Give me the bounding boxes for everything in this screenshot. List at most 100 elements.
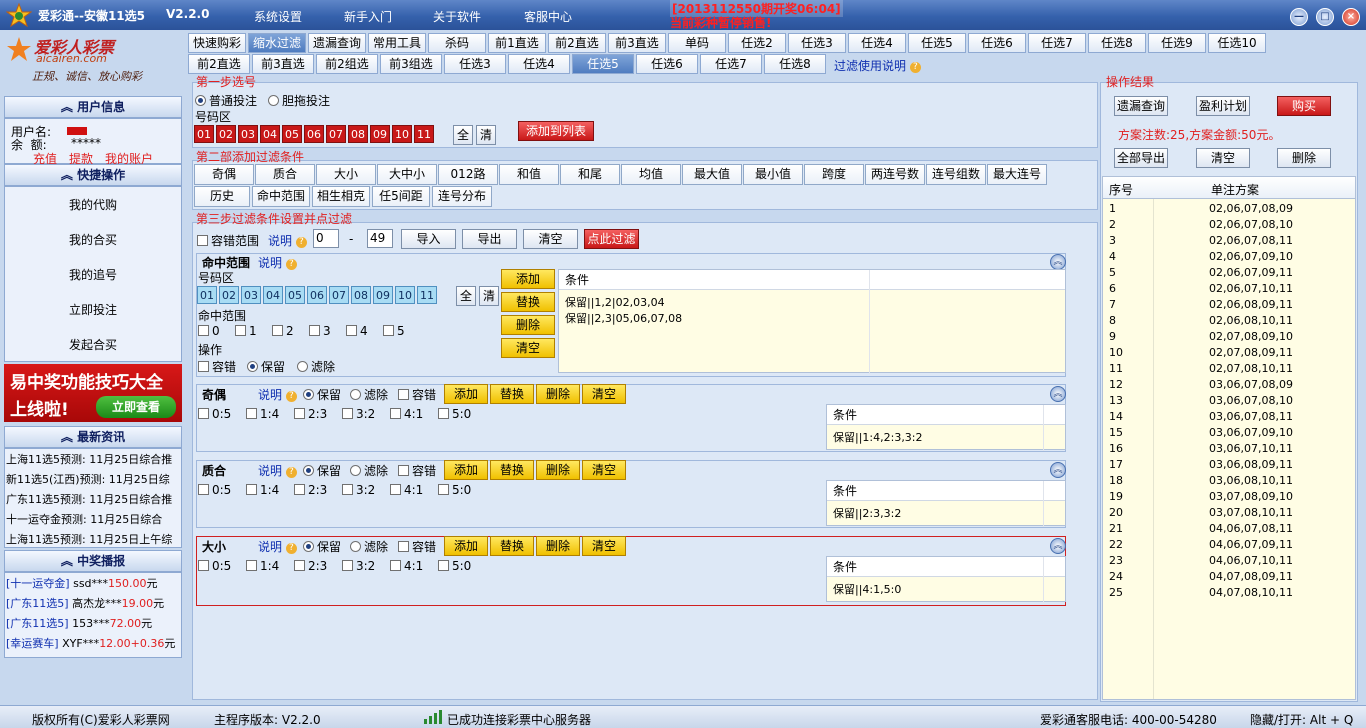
hit-number-ball[interactable]: 05 bbox=[285, 286, 305, 304]
ratio-checkbox[interactable]: 1:4 bbox=[246, 483, 279, 497]
number-ball[interactable]: 08 bbox=[348, 125, 368, 143]
ratio-checkbox[interactable]: 5:0 bbox=[438, 483, 471, 497]
tab-main-3[interactable]: 常用工具 bbox=[368, 33, 426, 53]
buy-button[interactable]: 购买 bbox=[1277, 96, 1331, 116]
ratio-checkbox[interactable]: 0:5 bbox=[198, 407, 231, 421]
hit-number-ball[interactable]: 06 bbox=[307, 286, 327, 304]
tab-main-7[interactable]: 前3直选 bbox=[608, 33, 666, 53]
tab-sub-7[interactable]: 任选6 bbox=[636, 54, 698, 74]
number-ball[interactable]: 11 bbox=[414, 125, 434, 143]
number-ball[interactable]: 05 bbox=[282, 125, 302, 143]
ratio-checkbox[interactable]: 5:0 bbox=[438, 559, 471, 573]
ratio-tol-checkbox[interactable]: 容错 bbox=[398, 462, 436, 479]
hit-number-ball[interactable]: 09 bbox=[373, 286, 393, 304]
hit-filter-radio[interactable]: 滤除 bbox=[297, 358, 335, 375]
result-row[interactable]: 3 02,06,07,08,11 bbox=[1103, 233, 1355, 249]
tab-main-4[interactable]: 杀码 bbox=[428, 33, 486, 53]
result-row[interactable]: 16 03,06,07,10,11 bbox=[1103, 441, 1355, 457]
number-ball[interactable]: 01 bbox=[194, 125, 214, 143]
result-row[interactable]: 6 02,06,07,10,11 bbox=[1103, 281, 1355, 297]
condition-row[interactable]: 保留||1,2|02,03,04 bbox=[565, 294, 665, 310]
hit-number-ball[interactable]: 04 bbox=[263, 286, 283, 304]
range-from-input[interactable]: 0 bbox=[313, 229, 339, 248]
quick-my-proxy[interactable]: 我的代购 bbox=[4, 188, 182, 223]
condition-row[interactable]: 保留||4:1,5:0 bbox=[833, 581, 901, 597]
result-row[interactable]: 19 03,07,08,09,10 bbox=[1103, 489, 1355, 505]
add-to-list-button[interactable]: 添加到列表 bbox=[518, 121, 594, 141]
filter-cond-4[interactable]: 012路 bbox=[438, 164, 498, 185]
result-row[interactable]: 25 04,07,08,10,11 bbox=[1103, 585, 1355, 601]
hit-delete-button[interactable]: 删除 bbox=[501, 315, 555, 335]
ratio-checkbox[interactable]: 3:2 bbox=[342, 407, 375, 421]
hit-range-checkbox[interactable]: 4 bbox=[346, 324, 368, 338]
collapse-icon[interactable]: ︽ bbox=[1050, 386, 1066, 402]
collapse-icon[interactable]: ︽ bbox=[1050, 254, 1066, 270]
ratio-delete-button[interactable]: 删除 bbox=[536, 460, 580, 480]
tab-main-6[interactable]: 前2直选 bbox=[548, 33, 606, 53]
result-row[interactable]: 22 04,06,07,09,11 bbox=[1103, 537, 1355, 553]
tab-sub-3[interactable]: 前3组选 bbox=[380, 54, 442, 74]
hit-number-ball[interactable]: 11 bbox=[417, 286, 437, 304]
ratio-add-button[interactable]: 添加 bbox=[444, 536, 488, 556]
result-row[interactable]: 11 02,07,08,10,11 bbox=[1103, 361, 1355, 377]
ratio-checkbox[interactable]: 2:3 bbox=[294, 483, 327, 497]
filter-cond-2[interactable]: 大小 bbox=[316, 164, 376, 185]
tab-main-9[interactable]: 任选2 bbox=[728, 33, 786, 53]
tab-sub-9[interactable]: 任选8 bbox=[764, 54, 826, 74]
menu-settings[interactable]: 系统设置 bbox=[254, 8, 302, 25]
tab-main-8[interactable]: 单码 bbox=[668, 33, 726, 53]
tab-sub-1[interactable]: 前3直选 bbox=[252, 54, 314, 74]
filter-cond-9[interactable]: 最小值 bbox=[743, 164, 803, 185]
ratio-clear-button[interactable]: 清空 bbox=[582, 536, 626, 556]
tab-sub-0[interactable]: 前2直选 bbox=[188, 54, 250, 74]
number-ball[interactable]: 04 bbox=[260, 125, 280, 143]
ratio-tol-checkbox[interactable]: 容错 bbox=[398, 386, 436, 403]
menu-about[interactable]: 关于软件 bbox=[433, 8, 481, 25]
filter-cond-extra-2[interactable]: 相生相克 bbox=[312, 186, 370, 207]
hit-number-ball[interactable]: 07 bbox=[329, 286, 349, 304]
ratio-replace-button[interactable]: 替换 bbox=[490, 384, 534, 404]
result-row[interactable]: 15 03,06,07,09,10 bbox=[1103, 425, 1355, 441]
tab-main-12[interactable]: 任选5 bbox=[908, 33, 966, 53]
ratio-checkbox[interactable]: 0:5 bbox=[198, 483, 231, 497]
tab-sub-4[interactable]: 任选3 bbox=[444, 54, 506, 74]
ratio-checkbox[interactable]: 3:2 bbox=[342, 483, 375, 497]
ratio-help-link[interactable]: 说明 ? bbox=[258, 386, 297, 403]
result-row[interactable]: 9 02,07,08,09,10 bbox=[1103, 329, 1355, 345]
hit-clear-button[interactable]: 清 bbox=[479, 286, 499, 306]
hit-clear-cond-button[interactable]: 清空 bbox=[501, 338, 555, 358]
ratio-replace-button[interactable]: 替换 bbox=[490, 460, 534, 480]
close-icon[interactable]: × bbox=[1342, 8, 1360, 26]
mode-normal-radio[interactable]: 普通投注 bbox=[195, 92, 257, 109]
result-row[interactable]: 8 02,06,08,10,11 bbox=[1103, 313, 1355, 329]
quick-my-chase[interactable]: 我的追号 bbox=[4, 258, 182, 293]
tab-main-5[interactable]: 前1直选 bbox=[488, 33, 546, 53]
tab-main-11[interactable]: 任选4 bbox=[848, 33, 906, 53]
filter-button[interactable]: 点此过滤 bbox=[584, 229, 639, 249]
hit-help-link[interactable]: 说明 ? bbox=[258, 254, 297, 271]
winners-header[interactable]: ︽ 中奖播报 bbox=[4, 550, 182, 572]
user-info-header[interactable]: ︽ 用户信息 bbox=[4, 96, 182, 118]
range-to-input[interactable]: 49 bbox=[367, 229, 393, 248]
tab-main-13[interactable]: 任选6 bbox=[968, 33, 1026, 53]
quick-bet-now[interactable]: 立即投注 bbox=[4, 293, 182, 328]
ratio-replace-button[interactable]: 替换 bbox=[490, 536, 534, 556]
hit-number-ball[interactable]: 02 bbox=[219, 286, 239, 304]
result-row[interactable]: 10 02,07,08,09,11 bbox=[1103, 345, 1355, 361]
result-delete-button[interactable]: 删除 bbox=[1277, 148, 1331, 168]
result-row[interactable]: 18 03,06,08,10,11 bbox=[1103, 473, 1355, 489]
clear-selection-button[interactable]: 清 bbox=[476, 125, 496, 145]
filter-help-link[interactable]: 过滤使用说明 ? bbox=[834, 57, 921, 74]
filter-cond-12[interactable]: 连号组数 bbox=[926, 164, 986, 185]
ratio-checkbox[interactable]: 4:1 bbox=[390, 483, 423, 497]
tab-sub-2[interactable]: 前2组选 bbox=[316, 54, 378, 74]
profit-plan-button[interactable]: 盈利计划 bbox=[1196, 96, 1250, 116]
clear-button[interactable]: 清空 bbox=[523, 229, 578, 249]
ratio-add-button[interactable]: 添加 bbox=[444, 384, 488, 404]
import-button[interactable]: 导入 bbox=[401, 229, 456, 249]
filter-cond-extra-4[interactable]: 连号分布 bbox=[432, 186, 492, 207]
hit-range-checkbox[interactable]: 5 bbox=[383, 324, 405, 338]
mode-dan-radio[interactable]: 胆拖投注 bbox=[268, 92, 330, 109]
ratio-help-link[interactable]: 说明 ? bbox=[258, 538, 297, 555]
hit-number-ball[interactable]: 10 bbox=[395, 286, 415, 304]
